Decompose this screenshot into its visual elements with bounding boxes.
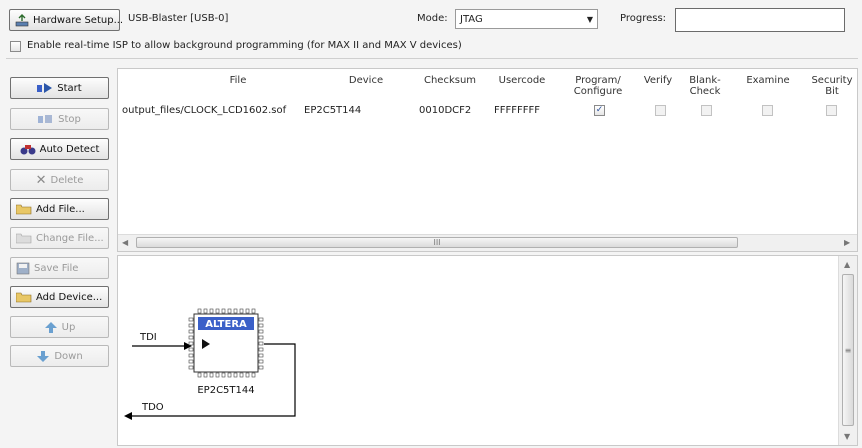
column-header-examine[interactable]: Examine (738, 75, 798, 86)
scroll-right-icon[interactable]: ▶ (844, 238, 850, 247)
start-icon (37, 83, 53, 93)
table-horizontal-scrollbar[interactable]: ◀ III ▶ (118, 234, 857, 251)
chip-logo: ALTERA (205, 319, 247, 330)
table-row[interactable]: output_files/CLOCK_LCD1602.sof EP2C5T144… (118, 103, 857, 119)
column-header-checksum[interactable]: Checksum (420, 75, 480, 86)
delete-label: Delete (50, 174, 84, 186)
column-header-device[interactable]: Device (336, 75, 396, 86)
tdo-arrowhead (124, 412, 132, 420)
down-label: Down (54, 350, 83, 362)
chevron-down-icon: ▼ (586, 14, 593, 24)
hardware-setup-label: Hardware Setup... (33, 14, 124, 26)
add-file-label: Add File... (36, 203, 85, 215)
up-button[interactable]: Up (10, 316, 109, 338)
chain-diagram: ALTERA TDI TDO EP2C5T144 (124, 308, 296, 420)
usercode-cell: FFFFFFFF (494, 105, 541, 116)
add-file-button[interactable]: Add File... (10, 198, 109, 220)
up-arrow-icon (44, 321, 57, 333)
isp-checkbox[interactable] (10, 41, 21, 52)
column-header-file[interactable]: File (208, 75, 268, 86)
isp-label: Enable real-time ISP to allow background… (27, 40, 462, 51)
auto-detect-label: Auto Detect (39, 143, 100, 155)
folder-icon (16, 204, 32, 215)
change-file-button[interactable]: Change File... (10, 227, 109, 249)
mode-label: Mode: (417, 13, 448, 24)
hardware-setup-icon (15, 13, 29, 26)
change-file-label: Change File... (36, 232, 104, 244)
folder-icon (16, 233, 32, 244)
scroll-down-icon[interactable]: ▼ (844, 432, 850, 441)
auto-detect-button[interactable]: Auto Detect (10, 138, 109, 160)
scroll-left-icon[interactable]: ◀ (122, 238, 128, 247)
progress-bar (675, 8, 845, 32)
device-cell: EP2C5T144 (304, 105, 362, 116)
stop-label: Stop (58, 113, 81, 125)
tdo-label: TDO (141, 402, 164, 413)
column-header-blank-check[interactable]: Blank- Check (683, 75, 727, 97)
save-file-label: Save File (34, 262, 79, 274)
progress-label: Progress: (620, 13, 667, 24)
diagram-vertical-scrollbar[interactable]: ▲ ≡ ▼ (838, 256, 857, 445)
scroll-thumb[interactable]: III (136, 237, 738, 248)
delete-button[interactable]: ✕ Delete (10, 169, 109, 191)
folder-icon (16, 292, 32, 303)
security-bit-checkbox[interactable] (826, 105, 837, 116)
stop-icon (38, 115, 53, 123)
hardware-setup-button[interactable]: Hardware Setup... (9, 9, 124, 31)
save-icon (16, 262, 30, 274)
toolbar-divider (6, 58, 858, 59)
column-header-security-bit[interactable]: Security Bit (806, 75, 858, 97)
down-arrow-icon (37, 350, 50, 362)
column-header-program-configure[interactable]: Program/ Configure (573, 75, 623, 97)
scroll-grip: III (433, 238, 441, 247)
blank-check-checkbox[interactable] (701, 105, 712, 116)
file-table: File Device Checksum Usercode Program/ C… (117, 68, 858, 252)
add-device-button[interactable]: Add Device... (10, 286, 109, 308)
save-file-button[interactable]: Save File (10, 257, 109, 279)
down-button[interactable]: Down (10, 345, 109, 367)
hardware-value: USB-Blaster [USB-0] (128, 13, 229, 24)
start-label: Start (57, 82, 82, 94)
stop-button[interactable]: Stop (10, 108, 109, 130)
auto-detect-icon (20, 144, 36, 154)
verify-checkbox[interactable] (655, 105, 666, 116)
column-header-usercode[interactable]: Usercode (492, 75, 552, 86)
column-header-verify[interactable]: Verify (638, 75, 678, 86)
vertical-scroll-thumb[interactable]: ≡ (842, 274, 854, 426)
chain-diagram-panel: ALTERA TDI TDO EP2C5T144 ▲ ≡ ▼ (117, 255, 858, 446)
file-cell: output_files/CLOCK_LCD1602.sof (122, 105, 287, 116)
examine-checkbox[interactable] (762, 105, 773, 116)
program-configure-checkbox[interactable]: ✓ (594, 105, 605, 116)
mode-value: JTAG (460, 13, 483, 25)
side-button-panel: Start Stop Auto Detect ✕ Delete Add File… (6, 68, 114, 444)
mode-select[interactable]: JTAG ▼ (455, 9, 598, 29)
checksum-cell: 0010DCF2 (419, 105, 472, 116)
delete-icon: ✕ (35, 172, 47, 188)
add-device-label: Add Device... (36, 291, 103, 303)
scroll-up-icon[interactable]: ▲ (844, 260, 850, 269)
tdi-label: TDI (139, 332, 157, 343)
checkmark-icon: ✓ (595, 105, 604, 115)
device-label: EP2C5T144 (197, 385, 254, 396)
vertical-scroll-grip-icon: ≡ (844, 345, 852, 355)
start-button[interactable]: Start (10, 77, 109, 99)
up-label: Up (61, 321, 76, 333)
